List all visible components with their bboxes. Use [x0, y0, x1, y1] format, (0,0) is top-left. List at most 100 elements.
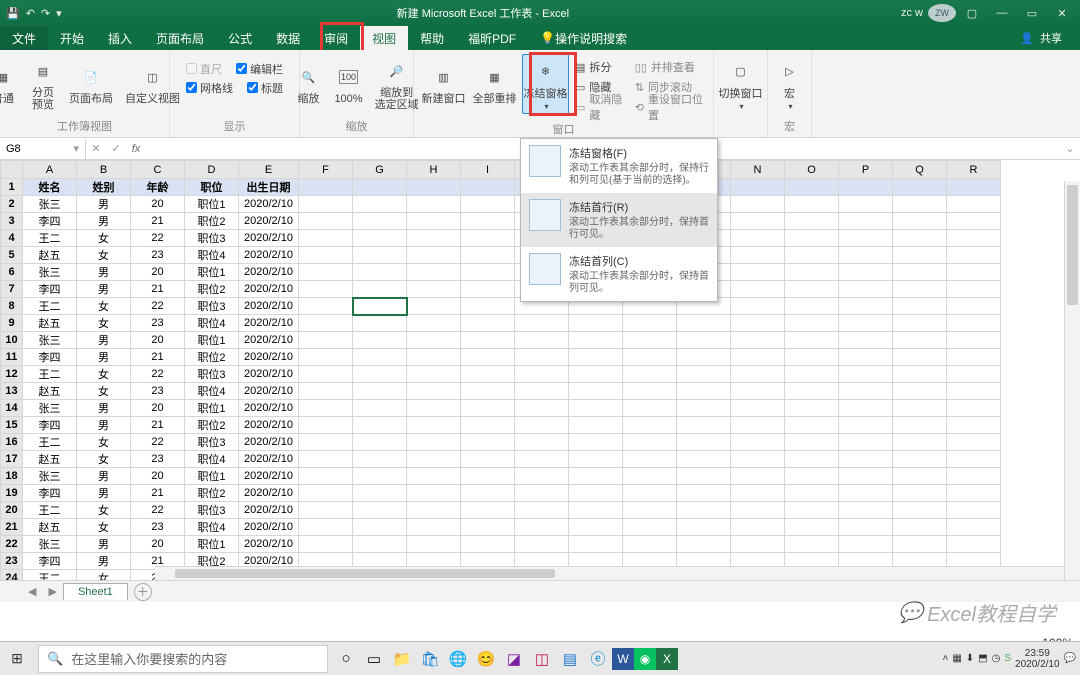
row-header-19[interactable]: 19: [1, 485, 23, 502]
tab-help[interactable]: 帮助: [408, 26, 456, 50]
redo-icon[interactable]: ↷: [41, 7, 50, 20]
username[interactable]: zc w: [898, 7, 926, 19]
split-button[interactable]: ▤ 拆分: [575, 58, 627, 76]
sheet-nav-next[interactable]: ▶: [42, 585, 62, 598]
app-icon-2[interactable]: ◫: [528, 645, 556, 673]
col-header-P[interactable]: P: [839, 161, 893, 179]
ribbon-display-icon[interactable]: ▢: [958, 7, 986, 20]
add-sheet-button[interactable]: ＋: [134, 583, 152, 601]
excel-icon[interactable]: X: [656, 648, 678, 670]
ie-icon[interactable]: ⓔ: [584, 645, 612, 673]
accept-fx-icon[interactable]: ✓: [106, 142, 126, 155]
row-header-3[interactable]: 3: [1, 213, 23, 230]
row-header-22[interactable]: 22: [1, 536, 23, 553]
tab-pagelayout[interactable]: 页面布局: [144, 26, 216, 50]
normal-view[interactable]: ▦普通: [0, 54, 21, 114]
chrome-icon[interactable]: 🌐: [444, 645, 472, 673]
tellme[interactable]: 💡 操作说明搜索: [528, 26, 639, 50]
tab-view[interactable]: 视图: [360, 26, 408, 50]
zoom-100[interactable]: 100100%: [330, 54, 366, 114]
minimize-icon[interactable]: —: [988, 7, 1016, 19]
word-icon[interactable]: W: [612, 648, 634, 670]
col-header-F[interactable]: F: [299, 161, 353, 179]
row-header-2[interactable]: 2: [1, 196, 23, 213]
row-header-7[interactable]: 7: [1, 281, 23, 298]
tab-insert[interactable]: 插入: [96, 26, 144, 50]
vertical-scrollbar[interactable]: [1064, 181, 1080, 580]
row-header-23[interactable]: 23: [1, 553, 23, 570]
col-header-R[interactable]: R: [947, 161, 1001, 179]
row-header-11[interactable]: 11: [1, 349, 23, 366]
col-header-H[interactable]: H: [407, 161, 461, 179]
formulabar-checkbox[interactable]: 编辑栏: [236, 60, 283, 77]
tab-home[interactable]: 开始: [48, 26, 96, 50]
app-icon-3[interactable]: ▤: [556, 645, 584, 673]
pagelayout-view[interactable]: 📄页面布局: [65, 54, 117, 114]
gridlines-checkbox[interactable]: 网格线: [186, 79, 233, 96]
clock[interactable]: 23:592020/2/10: [1015, 648, 1060, 670]
qat-more-icon[interactable]: ▾: [56, 7, 62, 20]
tray-icon-4[interactable]: ◷: [992, 653, 1001, 664]
row-header-5[interactable]: 5: [1, 247, 23, 264]
app-icon-1[interactable]: ◪: [500, 645, 528, 673]
tray-icon-3[interactable]: ⬒: [978, 653, 987, 664]
pagebreak-view[interactable]: ▤分页 预览: [25, 54, 61, 114]
col-header-N[interactable]: N: [731, 161, 785, 179]
expand-formula-icon[interactable]: ⌄: [1060, 142, 1080, 155]
headings-checkbox[interactable]: 标题: [247, 79, 283, 96]
tray-icon-5[interactable]: S: [1004, 653, 1011, 664]
tab-review[interactable]: 审阅: [312, 26, 360, 50]
freeze-first-col-option[interactable]: 冻结首列(C)滚动工作表其余部分时，保持首列可见。: [521, 247, 717, 301]
explorer-icon[interactable]: 📁: [388, 645, 416, 673]
freeze-top-row-option[interactable]: 冻结首行(R)滚动工作表其余部分时，保持首行可见。: [521, 193, 717, 247]
freeze-panes-button[interactable]: ❄冻结窗格: [522, 54, 569, 114]
cancel-fx-icon[interactable]: ✕: [86, 142, 106, 155]
zoom-button[interactable]: 🔍缩放: [290, 54, 326, 114]
tray-icon-2[interactable]: ⬇: [966, 653, 974, 664]
row-header-6[interactable]: 6: [1, 264, 23, 281]
tab-data[interactable]: 数据: [264, 26, 312, 50]
sheet-nav-prev[interactable]: ◀: [22, 585, 42, 598]
col-header-I[interactable]: I: [461, 161, 515, 179]
tray-up-icon[interactable]: ˄: [943, 653, 949, 664]
fx-icon[interactable]: fx: [126, 143, 146, 155]
col-header-D[interactable]: D: [185, 161, 239, 179]
tab-file[interactable]: 文件: [0, 26, 48, 50]
col-header-E[interactable]: E: [239, 161, 299, 179]
notifications-icon[interactable]: 💬: [1064, 653, 1076, 664]
switch-window[interactable]: ▢切换窗口: [715, 54, 767, 114]
tab-formula[interactable]: 公式: [216, 26, 264, 50]
row-header-12[interactable]: 12: [1, 366, 23, 383]
row-header-1[interactable]: 1: [1, 179, 23, 196]
col-header-B[interactable]: B: [77, 161, 131, 179]
col-header-C[interactable]: C: [131, 161, 185, 179]
row-header-18[interactable]: 18: [1, 468, 23, 485]
horizontal-scrollbar[interactable]: [155, 566, 1064, 580]
maximize-icon[interactable]: ▭: [1018, 7, 1046, 20]
row-header-4[interactable]: 4: [1, 230, 23, 247]
taskview-icon[interactable]: ▭: [360, 645, 388, 673]
row-header-9[interactable]: 9: [1, 315, 23, 332]
macros-button[interactable]: ▷宏: [772, 54, 808, 114]
row-header-21[interactable]: 21: [1, 519, 23, 536]
save-icon[interactable]: 💾: [6, 7, 20, 20]
start-button[interactable]: ⊞: [0, 642, 34, 676]
cortana-icon[interactable]: ○: [332, 645, 360, 673]
name-box[interactable]: G8▾: [0, 139, 86, 159]
row-header-15[interactable]: 15: [1, 417, 23, 434]
sheet-tab-1[interactable]: Sheet1: [63, 583, 128, 600]
row-header-13[interactable]: 13: [1, 383, 23, 400]
ruler-checkbox[interactable]: 直尺: [186, 60, 222, 77]
edge-icon[interactable]: 😊: [472, 645, 500, 673]
col-header-G[interactable]: G: [353, 161, 407, 179]
row-header-10[interactable]: 10: [1, 332, 23, 349]
tray-icon-1[interactable]: ▦: [952, 653, 961, 664]
share-button[interactable]: 👤 共享: [1012, 26, 1070, 50]
col-header-A[interactable]: A: [23, 161, 77, 179]
taskbar-search[interactable]: 🔍 在这里输入你要搜索的内容: [38, 645, 328, 673]
row-header-8[interactable]: 8: [1, 298, 23, 315]
store-icon[interactable]: 🛍: [416, 645, 444, 673]
row-header-16[interactable]: 16: [1, 434, 23, 451]
col-header-O[interactable]: O: [785, 161, 839, 179]
col-header-Q[interactable]: Q: [893, 161, 947, 179]
